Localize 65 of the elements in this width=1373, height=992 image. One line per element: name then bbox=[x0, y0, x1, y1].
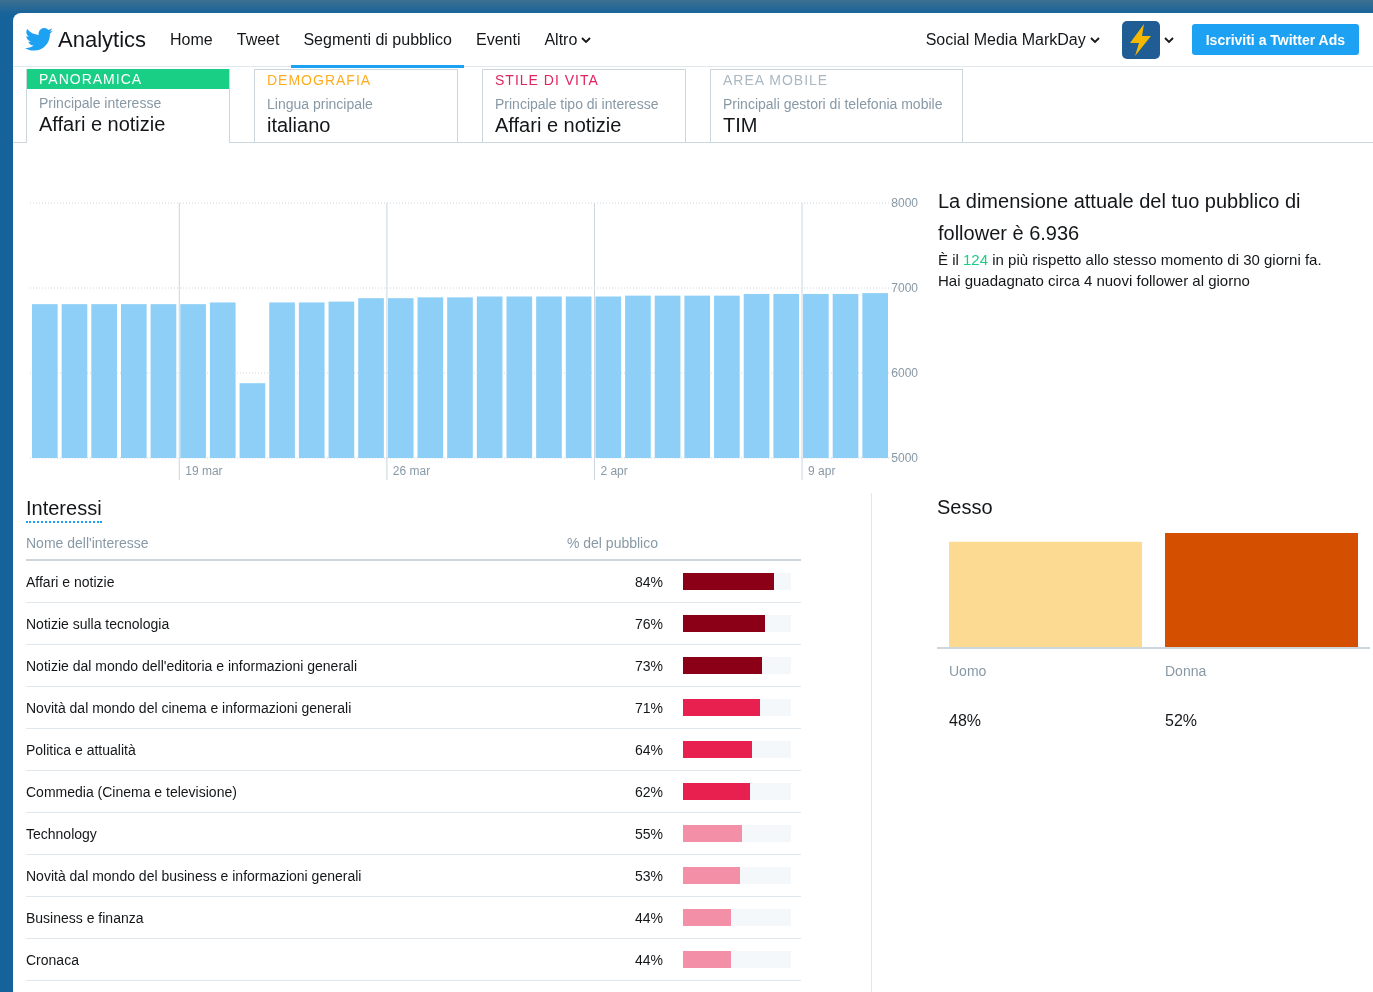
card-value: TIM bbox=[722, 113, 759, 137]
card-title: AREA MOBILE bbox=[722, 71, 830, 90]
interest-name: Business e finanza bbox=[26, 909, 145, 926]
gender-label: Uomo bbox=[949, 663, 988, 679]
nav-tab[interactable]: Home bbox=[158, 14, 225, 68]
section-title: Sesso bbox=[937, 496, 994, 519]
interest-percent: 84% bbox=[633, 573, 663, 590]
segment-card[interactable]: DEMOGRAFIA Lingua principale italiano bbox=[254, 69, 458, 142]
gender-percent: 52% bbox=[1165, 712, 1199, 730]
interest-percent: 55% bbox=[633, 825, 663, 842]
interest-name: Technology bbox=[26, 825, 98, 842]
card-subtitle: Principale tipo di interesse bbox=[494, 95, 660, 112]
bird-icon bbox=[25, 28, 53, 51]
segment-card[interactable]: PANORAMICA Principale interesse Affari e notizie bbox=[26, 69, 230, 143]
interest-percent: 53% bbox=[633, 867, 663, 884]
interest-name: Notizie sulla tecnologia bbox=[26, 615, 171, 632]
caret-icon bbox=[1089, 36, 1100, 43]
caret-icon[interactable] bbox=[1163, 36, 1174, 43]
interest-name: Commedia (Cinema e televisione) bbox=[26, 783, 238, 800]
interest-percent: 44% bbox=[633, 951, 663, 968]
interest-name: Novità dal mondo del business e informazioni generali bbox=[26, 867, 363, 884]
interest-name: Novità dal mondo del cinema e informazioni generali bbox=[26, 699, 353, 716]
logo-avatar[interactable] bbox=[1121, 20, 1160, 59]
interest-name: Politica e attualità bbox=[26, 741, 137, 758]
gender-percent: 48% bbox=[949, 712, 983, 730]
app-title: Analytics bbox=[58, 26, 147, 53]
card-subtitle: Lingua principale bbox=[266, 95, 374, 112]
section-title[interactable]: Interessi bbox=[26, 497, 102, 523]
y-axis-label: 6000 bbox=[891, 366, 918, 380]
nav-tab[interactable]: Segmenti di pubblico bbox=[291, 14, 464, 68]
nav-tab[interactable]: Eventi bbox=[463, 14, 533, 68]
card-title: PANORAMICA bbox=[27, 69, 229, 89]
y-axis-label: 7000 bbox=[891, 281, 918, 295]
card-subtitle: Principali gestori di telefonia mobile bbox=[722, 95, 944, 112]
account-menu[interactable]: Social Media MarkDay bbox=[925, 30, 1100, 49]
segment-card[interactable]: AREA MOBILE Principali gestori di telefonia mobile TIM bbox=[710, 69, 963, 142]
column-header: Nome dell'interesse bbox=[26, 535, 150, 551]
card-value: Affari e notizie bbox=[494, 113, 623, 137]
card-subtitle: Principale interesse bbox=[38, 94, 163, 111]
interest-name: Affari e notizie bbox=[26, 573, 116, 590]
x-axis-label: 19 mar bbox=[185, 464, 223, 478]
x-axis-label: 2 apr bbox=[600, 464, 628, 478]
interest-name: Notizie dal mondo dell'editoria e informazioni generali bbox=[26, 657, 359, 674]
y-axis-label: 5000 bbox=[891, 451, 918, 465]
y-axis-label: 8000 bbox=[891, 196, 918, 210]
interest-percent: 64% bbox=[633, 741, 663, 758]
interest-name: Cronaca bbox=[26, 951, 80, 968]
nav-tab[interactable]: Tweet bbox=[224, 14, 292, 68]
interest-percent: 76% bbox=[633, 615, 663, 632]
interest-percent: 62% bbox=[633, 783, 663, 800]
gender-label: Donna bbox=[1165, 663, 1208, 679]
card-value: italiano bbox=[266, 113, 332, 137]
follower-headline: La dimensione attuale del tuo pubblico di follower è 6.936 bbox=[938, 189, 1302, 246]
interest-percent: 71% bbox=[633, 699, 663, 716]
card-value: Affari e notizie bbox=[38, 112, 167, 136]
x-axis-label: 26 mar bbox=[392, 464, 431, 478]
follower-detail: È il 124 in più rispetto allo stesso momento di 30 giorni fa. Hai guadagnato circa 4 nuovi follower al giorno bbox=[938, 250, 1323, 291]
card-title: STILE DI VITA bbox=[494, 71, 600, 90]
column-header: % del pubblico bbox=[566, 535, 658, 551]
nav-tab[interactable]: Altro bbox=[532, 14, 604, 68]
segment-card[interactable]: STILE DI VITA Principale tipo di interesse Affari e notizie bbox=[482, 69, 686, 142]
interest-percent: 44% bbox=[633, 909, 663, 926]
interest-percent: 73% bbox=[633, 657, 663, 674]
card-title: DEMOGRAFIA bbox=[266, 71, 373, 90]
x-axis-label: 9 apr bbox=[808, 464, 836, 478]
